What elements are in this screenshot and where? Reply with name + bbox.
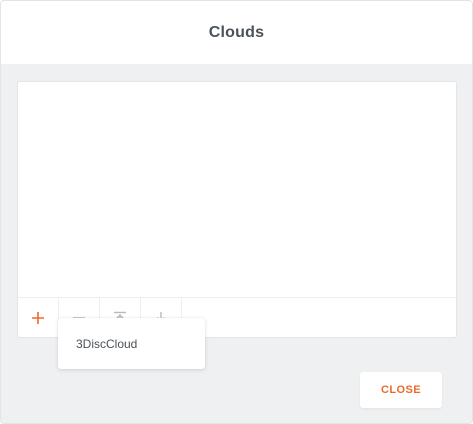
add-cloud-menu: 3DiscCloud <box>58 318 205 369</box>
dialog-title: Clouds <box>208 23 265 41</box>
close-button[interactable]: CLOSE <box>360 372 442 408</box>
clouds-list[interactable] <box>18 82 456 297</box>
clouds-dialog: Clouds 3DiscCloud CLOSE <box>0 0 473 424</box>
plus-icon <box>32 312 44 324</box>
menu-item-3disccloud[interactable]: 3DiscCloud <box>58 318 205 369</box>
clouds-panel <box>17 81 457 338</box>
add-cloud-button[interactable] <box>18 298 59 338</box>
dialog-header: Clouds <box>1 1 472 64</box>
